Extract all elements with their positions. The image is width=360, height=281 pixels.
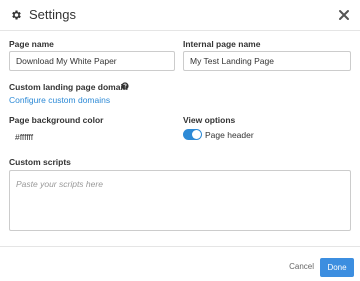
dialog-footer: Cancel Done	[0, 246, 360, 281]
page-header-toggle[interactable]	[183, 129, 202, 140]
close-icon[interactable]	[338, 9, 350, 21]
internal-page-name-input[interactable]	[183, 51, 351, 71]
internal-page-name-label: Internal page name	[183, 39, 261, 49]
done-button[interactable]: Done	[320, 258, 354, 277]
dialog-header: Settings	[0, 0, 360, 31]
custom-scripts-textarea[interactable]	[9, 170, 351, 231]
page-name-label: Page name	[9, 39, 54, 49]
page-background-color-label: Page background color	[9, 115, 104, 125]
question-circle-icon[interactable]	[121, 82, 129, 90]
cancel-button[interactable]: Cancel	[289, 262, 314, 271]
configure-custom-domains-link[interactable]: Configure custom domains	[9, 95, 110, 105]
background-color-input[interactable]	[9, 127, 175, 147]
custom-scripts-label: Custom scripts	[9, 157, 71, 167]
page-name-input[interactable]	[9, 51, 175, 71]
settings-dialog: Settings Page name Internal page name Cu…	[0, 0, 360, 281]
toggle-knob	[192, 130, 201, 139]
gear-icon	[12, 10, 21, 20]
custom-domain-label: Custom landing page domain	[9, 82, 129, 92]
page-header-toggle-label: Page header	[205, 130, 254, 140]
view-options-label: View options	[183, 115, 236, 125]
dialog-title: Settings	[29, 7, 76, 22]
